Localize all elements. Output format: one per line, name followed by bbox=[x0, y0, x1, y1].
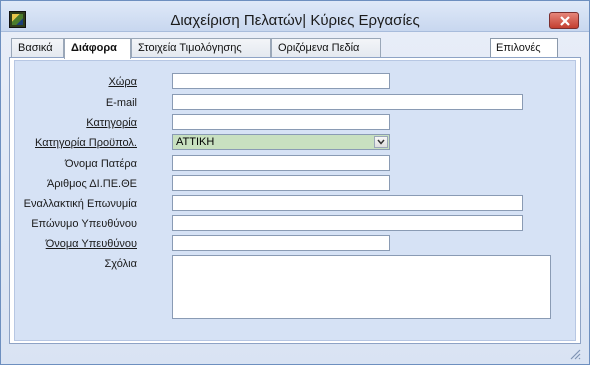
chevron-down-icon bbox=[377, 139, 385, 145]
status-bar bbox=[9, 346, 581, 360]
country-label: Χώρα bbox=[108, 76, 137, 88]
resize-grip-icon[interactable] bbox=[569, 348, 581, 360]
dipethe-number-label: Άριθμος ΔΙ.ΠΕ.ΘΕ bbox=[46, 178, 137, 190]
manager-surname-field[interactable] bbox=[172, 215, 523, 231]
window-title: Διαχείριση Πελατών| Κύριες Εργασίες bbox=[170, 12, 420, 29]
dropdown-button[interactable] bbox=[374, 136, 388, 148]
dipethe-number-field[interactable] bbox=[172, 175, 390, 191]
tab-basic[interactable]: Βασικά bbox=[11, 38, 64, 58]
form-area: Χώρα E-mail Κατηγορία Κατηγορία Προϋπολ.… bbox=[14, 60, 576, 341]
country-field[interactable] bbox=[172, 73, 390, 89]
options-button[interactable]: Επιλονές bbox=[490, 38, 558, 58]
tab-invoicing[interactable]: Στοιχεία Τιμολόγησης bbox=[131, 38, 271, 58]
manager-name-field[interactable] bbox=[172, 235, 390, 251]
email-label: E-mail bbox=[105, 97, 137, 109]
category-label: Κατηγορία bbox=[86, 117, 137, 129]
close-button[interactable] bbox=[549, 12, 579, 29]
comments-field[interactable] bbox=[172, 255, 551, 319]
alt-name-label: Εναλλακτική Επωνυμία bbox=[23, 198, 137, 210]
app-window: Διαχείριση Πελατών| Κύριες Εργασίες Βασι… bbox=[0, 0, 590, 365]
title-bar[interactable]: Διαχείριση Πελατών| Κύριες Εργασίες bbox=[1, 1, 589, 32]
tab-misc[interactable]: Διάφορα bbox=[64, 38, 131, 59]
manager-surname-label: Επώνυμο Υπευθύνου bbox=[31, 218, 137, 230]
budget-category-select[interactable]: ΑΤΤΙΚΗ bbox=[172, 134, 390, 150]
father-name-field[interactable] bbox=[172, 155, 390, 171]
form-panel: Χώρα E-mail Κατηγορία Κατηγορία Προϋπολ.… bbox=[9, 57, 581, 344]
comments-label: Σχόλια bbox=[104, 258, 138, 270]
close-icon bbox=[560, 16, 570, 26]
budget-category-label: Κατηγορία Προϋπολ. bbox=[35, 137, 137, 149]
father-name-label: Όνομα Πατέρα bbox=[64, 158, 137, 170]
tab-custom-fields[interactable]: Οριζόμενα Πεδία bbox=[271, 38, 381, 58]
category-field[interactable] bbox=[172, 114, 390, 130]
budget-category-value: ΑΤΤΙΚΗ bbox=[176, 136, 215, 148]
alt-name-field[interactable] bbox=[172, 195, 523, 211]
manager-name-label: Όνομα Υπευθύνου bbox=[45, 238, 137, 250]
email-field[interactable] bbox=[172, 94, 523, 110]
